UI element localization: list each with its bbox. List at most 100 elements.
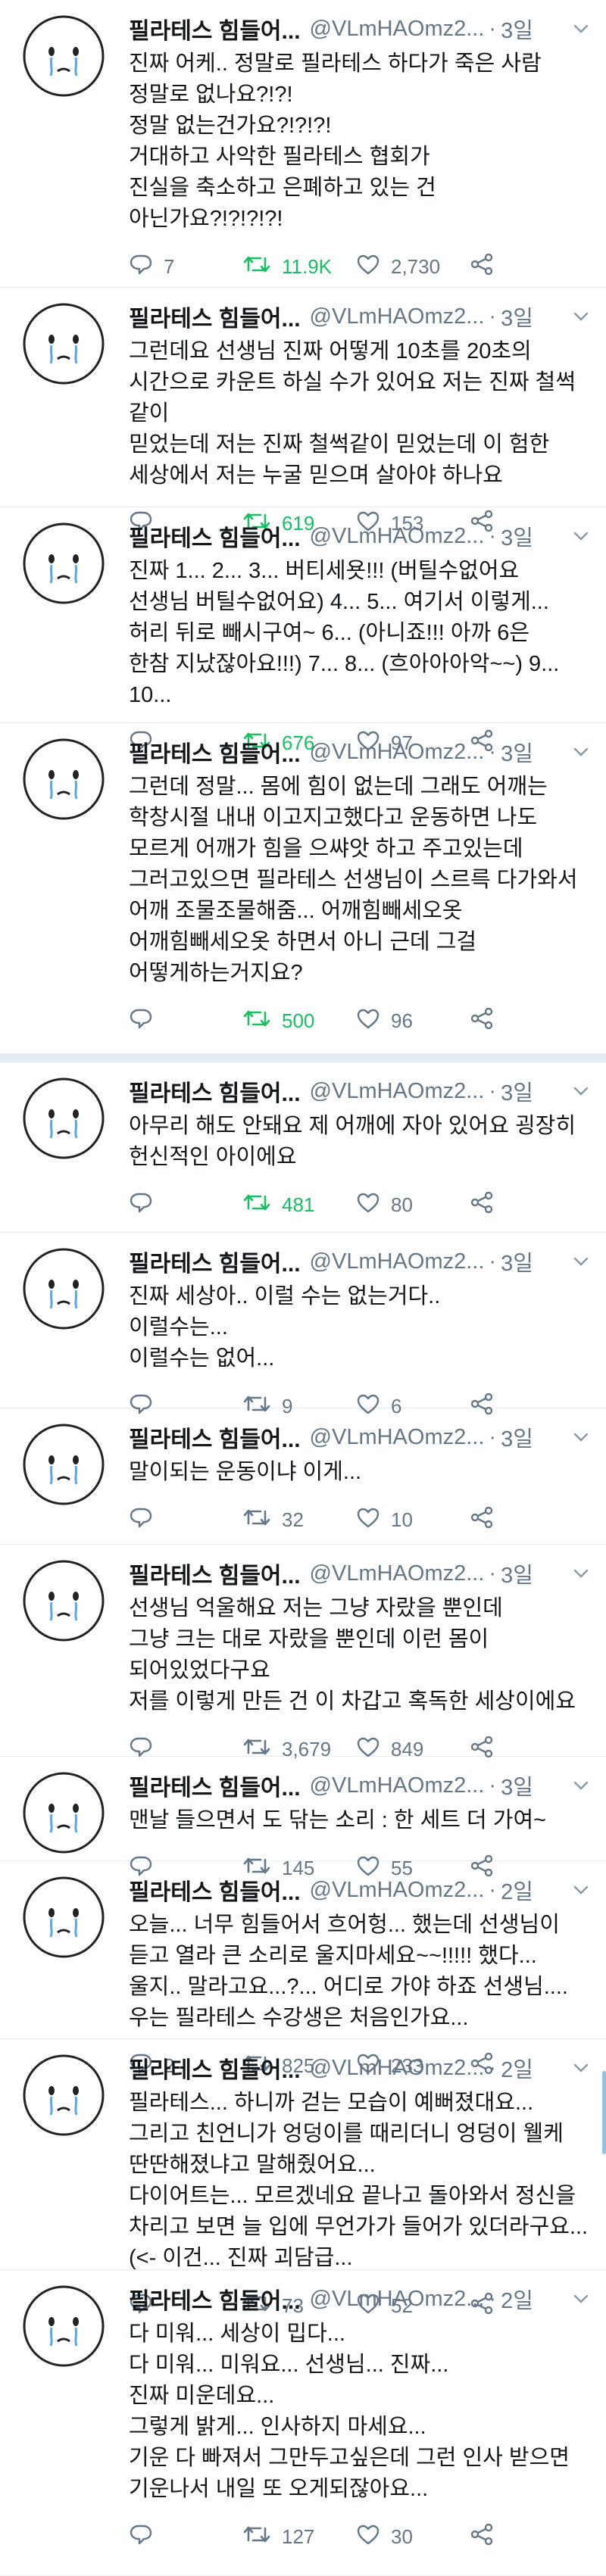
avatar[interactable] — [23, 1424, 105, 1505]
author-name[interactable]: 필라테스 힘들어... — [129, 1421, 301, 1454]
author-handle[interactable]: @VLmHAOmz2... — [310, 524, 485, 549]
tweet-time[interactable]: 3일 — [501, 1421, 533, 1453]
author-handle[interactable]: @VLmHAOmz2... — [310, 1561, 485, 1586]
author-name[interactable]: 필라테스 힘들어... — [129, 300, 301, 333]
author-name[interactable]: 필라테스 힘들어... — [129, 2051, 301, 2085]
tweet[interactable]: 필라테스 힘들어... @VLmHAOmz2... · 2일 오늘... 너무 힘들어서… — [0, 1861, 606, 2077]
author-name[interactable]: 필라테스 힘들어... — [129, 12, 301, 45]
share-button[interactable] — [470, 2523, 504, 2550]
like-button[interactable]: 10 — [356, 1507, 470, 1533]
avatar[interactable] — [23, 1077, 105, 1159]
avatar[interactable] — [23, 2285, 105, 2367]
reply-button[interactable] — [129, 1007, 242, 1035]
retweet-count: 127 — [282, 2525, 315, 2548]
author-name[interactable]: 필라테스 힘들어... — [129, 1769, 301, 1802]
chevron-down-icon[interactable] — [573, 1777, 589, 1794]
retweet-button[interactable]: 11.9K — [242, 254, 356, 280]
share-button[interactable] — [470, 1506, 504, 1533]
avatar[interactable] — [23, 738, 105, 820]
separator-dot: · — [489, 2286, 497, 2311]
chevron-down-icon[interactable] — [573, 1253, 589, 1270]
author-handle[interactable]: @VLmHAOmz2... — [310, 1878, 485, 1903]
author-handle[interactable]: @VLmHAOmz2... — [310, 1079, 485, 1104]
author-handle[interactable]: @VLmHAOmz2... — [310, 1249, 485, 1274]
chevron-down-icon[interactable] — [573, 308, 589, 325]
author-name[interactable]: 필라테스 힘들어... — [129, 735, 301, 769]
chevron-down-icon[interactable] — [573, 528, 589, 544]
avatar[interactable] — [23, 522, 105, 604]
chevron-down-icon[interactable] — [573, 2291, 589, 2307]
reply-icon — [129, 253, 164, 281]
tweet-time[interactable]: 3일 — [501, 1770, 533, 1801]
tweet[interactable]: 필라테스 힘들어... @VLmHAOmz2... · 3일 그런데 정말... 몸에 … — [0, 723, 606, 1062]
share-button[interactable] — [470, 1007, 504, 1034]
chevron-down-icon[interactable] — [573, 1882, 589, 1898]
avatar[interactable] — [23, 1772, 105, 1854]
author-handle[interactable]: @VLmHAOmz2... — [310, 2056, 485, 2081]
avatar[interactable] — [23, 1560, 105, 1642]
tweet[interactable]: 필라테스 힘들어... @VLmHAOmz2... · 3일 아무리 해도 안돼요 제 … — [0, 1062, 606, 1233]
avatar[interactable] — [23, 2054, 105, 2136]
tweet[interactable]: 필라테스 힘들어... @VLmHAOmz2... · 3일 진짜 세상아.. 이럴 수… — [0, 1233, 606, 1417]
tweet[interactable]: 필라테스 힘들어... @VLmHAOmz2... · 3일 맨날 들으면서 도 닦는 … — [0, 1757, 606, 1879]
avatar[interactable] — [23, 1876, 105, 1958]
share-button[interactable] — [470, 253, 504, 280]
tweet[interactable]: 필라테스 힘들어... @VLmHAOmz2... · 3일 진짜 1... 2... … — [0, 507, 606, 754]
like-count: 80 — [391, 1193, 413, 1216]
like-button[interactable]: 80 — [356, 1192, 470, 1218]
tweet[interactable]: 필라테스 힘들어... @VLmHAOmz2... · 3일 그런데요 선생님 진짜 어… — [0, 288, 606, 535]
tweet-time[interactable]: 2일 — [501, 2052, 533, 2084]
reply-button[interactable] — [129, 1191, 242, 1219]
author-name[interactable]: 필라테스 힘들어... — [129, 1245, 301, 1278]
author-handle[interactable]: @VLmHAOmz2... — [310, 1773, 485, 1798]
like-button[interactable]: 96 — [356, 1008, 470, 1034]
tweet-thread: 필라테스 힘들어... @VLmHAOmz2... · 3일 진짜 어케.. 정말로 필… — [0, 0, 606, 2576]
tweet[interactable]: 필라테스 힘들어... @VLmHAOmz2... · 3일 선생님 억울해요 저는 그… — [0, 1545, 606, 1760]
chevron-down-icon[interactable] — [573, 2060, 589, 2076]
chevron-down-icon[interactable] — [573, 20, 589, 37]
avatar[interactable] — [23, 303, 105, 385]
tweet-time[interactable]: 2일 — [501, 2283, 533, 2315]
author-name[interactable]: 필라테스 힘들어... — [129, 1074, 301, 1108]
like-button[interactable]: 30 — [356, 2524, 470, 2550]
reply-button[interactable] — [129, 2523, 242, 2551]
reply-icon — [129, 2523, 164, 2551]
author-name[interactable]: 필라테스 힘들어... — [129, 519, 301, 553]
tweet[interactable]: 필라테스 힘들어... @VLmHAOmz2... · 2일 다 미워... 세상이 밉… — [0, 2270, 606, 2576]
tweet[interactable]: 필라테스 힘들어... @VLmHAOmz2... · 3일 진짜 어케.. 정말로 필… — [0, 0, 606, 288]
author-handle[interactable]: @VLmHAOmz2... — [310, 1425, 485, 1450]
tweet-time[interactable]: 3일 — [501, 736, 533, 768]
share-button[interactable] — [470, 1191, 504, 1218]
tweet-time[interactable]: 3일 — [501, 301, 533, 332]
avatar[interactable] — [23, 15, 105, 97]
tweet[interactable]: 필라테스 힘들어... @VLmHAOmz2... · 3일 말이되는 운동이냐 이게.… — [0, 1408, 606, 1545]
author-name[interactable]: 필라테스 힘들어... — [129, 1873, 301, 1907]
like-button[interactable]: 2,730 — [356, 254, 470, 280]
avatar[interactable] — [23, 1248, 105, 1330]
author-name[interactable]: 필라테스 힘들어... — [129, 2282, 301, 2316]
retweet-button[interactable]: 127 — [242, 2524, 356, 2550]
chevron-down-icon[interactable] — [573, 1083, 589, 1099]
reply-button[interactable]: 7 — [129, 253, 242, 281]
tweet-time[interactable]: 3일 — [501, 13, 533, 45]
chevron-down-icon[interactable] — [573, 744, 589, 760]
retweet-icon — [242, 1507, 282, 1533]
chevron-down-icon[interactable] — [573, 1565, 589, 1582]
author-handle[interactable]: @VLmHAOmz2... — [310, 304, 485, 329]
author-handle[interactable]: @VLmHAOmz2... — [310, 17, 485, 42]
tweet-time[interactable]: 2일 — [501, 1874, 533, 1906]
retweet-button[interactable]: 481 — [242, 1192, 356, 1218]
chevron-down-icon[interactable] — [573, 1429, 589, 1445]
scroll-indicator[interactable] — [602, 2071, 606, 2154]
tweet-time[interactable]: 3일 — [501, 1558, 533, 1589]
tweet[interactable]: 필라테스 힘들어... @VLmHAOmz2... · 2일 필라테스... 하니까 걷… — [0, 2039, 606, 2317]
reply-button[interactable] — [129, 1506, 242, 1534]
tweet-time[interactable]: 3일 — [501, 1246, 533, 1277]
tweet-time[interactable]: 3일 — [501, 520, 533, 552]
author-handle[interactable]: @VLmHAOmz2... — [310, 2287, 485, 2312]
author-name[interactable]: 필라테스 힘들어... — [129, 1557, 301, 1590]
retweet-button[interactable]: 32 — [242, 1507, 356, 1533]
author-handle[interactable]: @VLmHAOmz2... — [310, 740, 485, 765]
retweet-button[interactable]: 500 — [242, 1008, 356, 1034]
tweet-time[interactable]: 3일 — [501, 1075, 533, 1107]
